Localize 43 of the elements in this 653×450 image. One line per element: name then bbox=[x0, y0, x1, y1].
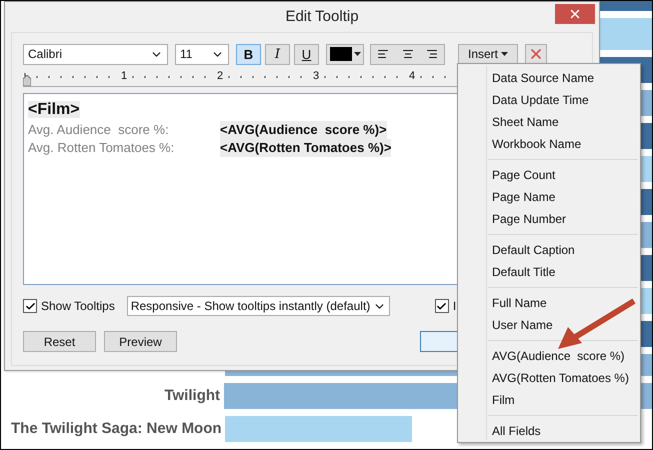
menu-item[interactable]: Full Name bbox=[458, 292, 640, 314]
insert-button[interactable]: Insert bbox=[458, 44, 518, 64]
align-center-icon bbox=[402, 48, 414, 60]
checkbox-label: Show Tooltips bbox=[41, 298, 115, 315]
field-value: <AVG(Rotten Tomatoes %)> bbox=[220, 139, 392, 157]
dialog-button[interactable]: Reset bbox=[23, 331, 96, 352]
heading-text: <Film> bbox=[28, 101, 80, 118]
film-label: The Twilight Saga: New Moon bbox=[11, 418, 221, 439]
ruler-number: 3 bbox=[312, 71, 320, 82]
window-title: Edit Tooltip bbox=[285, 6, 359, 27]
checkbox[interactable] bbox=[23, 299, 37, 313]
italic-button[interactable]: I bbox=[265, 44, 290, 64]
close-icon bbox=[568, 7, 582, 21]
menu-item[interactable]: User Name bbox=[458, 314, 640, 336]
close-button[interactable] bbox=[555, 4, 595, 24]
size-select[interactable]: 11 bbox=[175, 44, 229, 64]
field-label: Avg. Audience score %: bbox=[28, 121, 170, 139]
check-icon bbox=[24, 300, 36, 312]
align-right-icon bbox=[426, 48, 438, 60]
field-value: <AVG(Audience score %)> bbox=[220, 121, 387, 139]
indent-marker-icon bbox=[23, 75, 31, 86]
tooltip-mode-select[interactable]: Responsive - Show tooltips instantly (default) bbox=[126, 296, 390, 316]
underline-button[interactable]: U bbox=[294, 44, 319, 64]
menu-item[interactable]: AVG(Rotten Tomatoes %) bbox=[458, 367, 640, 389]
checkbox[interactable] bbox=[434, 299, 449, 313]
check-icon bbox=[436, 300, 448, 312]
font-select[interactable]: Calibri bbox=[23, 44, 168, 64]
menu-item[interactable]: Film bbox=[458, 389, 640, 411]
x-icon bbox=[528, 46, 544, 62]
ruler-number: 4 bbox=[408, 71, 416, 82]
ruler-number: 2 bbox=[216, 71, 224, 82]
menu-item[interactable]: AVG(Audience score %) bbox=[458, 345, 640, 367]
field-label: Avg. Rotten Tomatoes %: bbox=[28, 139, 176, 157]
menu-item[interactable]: All Fields bbox=[458, 420, 640, 442]
checkbox-label: I bbox=[452, 298, 456, 315]
color-picker[interactable] bbox=[326, 44, 364, 64]
bold-button[interactable]: B bbox=[236, 44, 261, 64]
film-label: Twilight bbox=[163, 386, 220, 406]
menu-item[interactable]: Data Source Name bbox=[458, 67, 640, 89]
dialog-button[interactable]: Preview bbox=[104, 331, 177, 352]
align-left-icon bbox=[377, 48, 389, 60]
clear-button[interactable] bbox=[525, 44, 547, 64]
ruler-number: 1 bbox=[120, 71, 128, 82]
